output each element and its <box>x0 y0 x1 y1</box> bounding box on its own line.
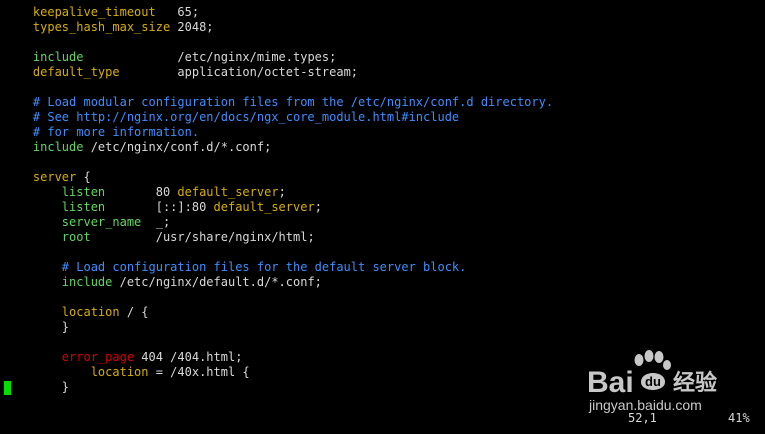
code-token-error: error_page <box>61 350 135 364</box>
code-token-directive: include <box>61 275 113 289</box>
code-token-text: 65; <box>155 5 200 19</box>
code-token-keyword: server <box>32 170 77 184</box>
baidu-jingyan-watermark: Bai du 经验 jingyan.baidu.com <box>585 348 755 414</box>
code-line: types_hash_max_size 2048; <box>4 20 214 35</box>
code-token-text: 2048; <box>170 20 214 34</box>
baidu-paw-logo-icon: Bai du 经验 jingyan.baidu.com <box>587 350 717 413</box>
code-token-text: / { <box>119 305 149 319</box>
code-token-keyword: keepalive_timeout <box>32 5 156 19</box>
code-token-directive: listen <box>61 200 106 214</box>
code-token-directive: include <box>32 50 84 64</box>
svg-text:Bai: Bai <box>587 366 634 399</box>
code-line: server { <box>4 170 91 185</box>
code-token-text: } <box>4 320 70 334</box>
code-token-text: /etc/nginx/mime.types; <box>83 50 337 64</box>
code-token-text: } <box>4 380 70 394</box>
code-line: error_page 404 /404.html; <box>4 350 243 365</box>
code-token-comment: # Load configuration files for the defau… <box>4 260 467 274</box>
code-line: } <box>4 320 69 335</box>
code-token-directive: root <box>61 230 91 244</box>
code-token-text: _; <box>141 215 171 229</box>
code-token-keyword: location <box>61 305 120 319</box>
code-token-comment: # See http://nginx.org/en/docs/ngx_core_… <box>4 110 460 124</box>
code-token-text: [::]:80 <box>105 200 214 214</box>
text-cursor <box>4 381 11 395</box>
code-token-keyword: default_server <box>213 200 315 214</box>
code-token-keyword: default_server <box>177 185 279 199</box>
code-line: } <box>4 380 69 395</box>
code-token-keyword: types_hash_max_size <box>32 20 171 34</box>
code-token-text: ; <box>278 185 286 199</box>
code-line: default_type application/octet-stream; <box>4 65 358 80</box>
code-line: # Load modular configuration files from … <box>4 95 553 110</box>
code-line: listen [::]:80 default_server; <box>4 200 322 215</box>
code-token-directive: include <box>32 140 84 154</box>
code-line: location / { <box>4 305 149 320</box>
code-token-comment: # for more information. <box>4 125 200 139</box>
code-line: root /usr/share/nginx/html; <box>4 230 315 245</box>
code-line: # for more information. <box>4 125 199 140</box>
code-line: # See http://nginx.org/en/docs/ngx_core_… <box>4 110 459 125</box>
code-token-comment: # Load modular configuration files from … <box>4 95 554 109</box>
code-token-text: 80 <box>105 185 178 199</box>
svg-text:经验: 经验 <box>673 370 717 396</box>
code-token-keyword: default_type <box>32 65 120 79</box>
code-line: include /etc/nginx/conf.d/*.conf; <box>4 140 271 155</box>
code-token-text: = /40x.html { <box>148 365 250 379</box>
code-line: include /etc/nginx/default.d/*.conf; <box>4 275 322 290</box>
code-line: keepalive_timeout 65; <box>4 5 199 20</box>
code-line: # Load configuration files for the defau… <box>4 260 467 275</box>
code-line: listen 80 default_server; <box>4 185 286 200</box>
code-token-keyword: location <box>90 365 149 379</box>
code-line: server_name _; <box>4 215 170 230</box>
code-token-text: { <box>76 170 91 184</box>
terminal-editor[interactable]: keepalive_timeout 65; types_hash_max_siz… <box>0 0 765 434</box>
code-token-text: ; <box>314 200 322 214</box>
code-line: include /etc/nginx/mime.types; <box>4 50 336 65</box>
svg-text:du: du <box>645 374 661 389</box>
code-line: location = /40x.html { <box>4 365 250 380</box>
code-token-text: /etc/nginx/conf.d/*.conf; <box>83 140 272 154</box>
code-token-text: application/octet-stream; <box>119 65 359 79</box>
svg-text:jingyan.baidu.com: jingyan.baidu.com <box>588 397 702 413</box>
code-token-directive: server_name <box>61 215 142 229</box>
code-token-text: 404 /404.html; <box>134 350 243 364</box>
code-token-text: /etc/nginx/default.d/*.conf; <box>112 275 322 289</box>
code-token-directive: listen <box>61 185 106 199</box>
code-token-text: /usr/share/nginx/html; <box>90 230 315 244</box>
